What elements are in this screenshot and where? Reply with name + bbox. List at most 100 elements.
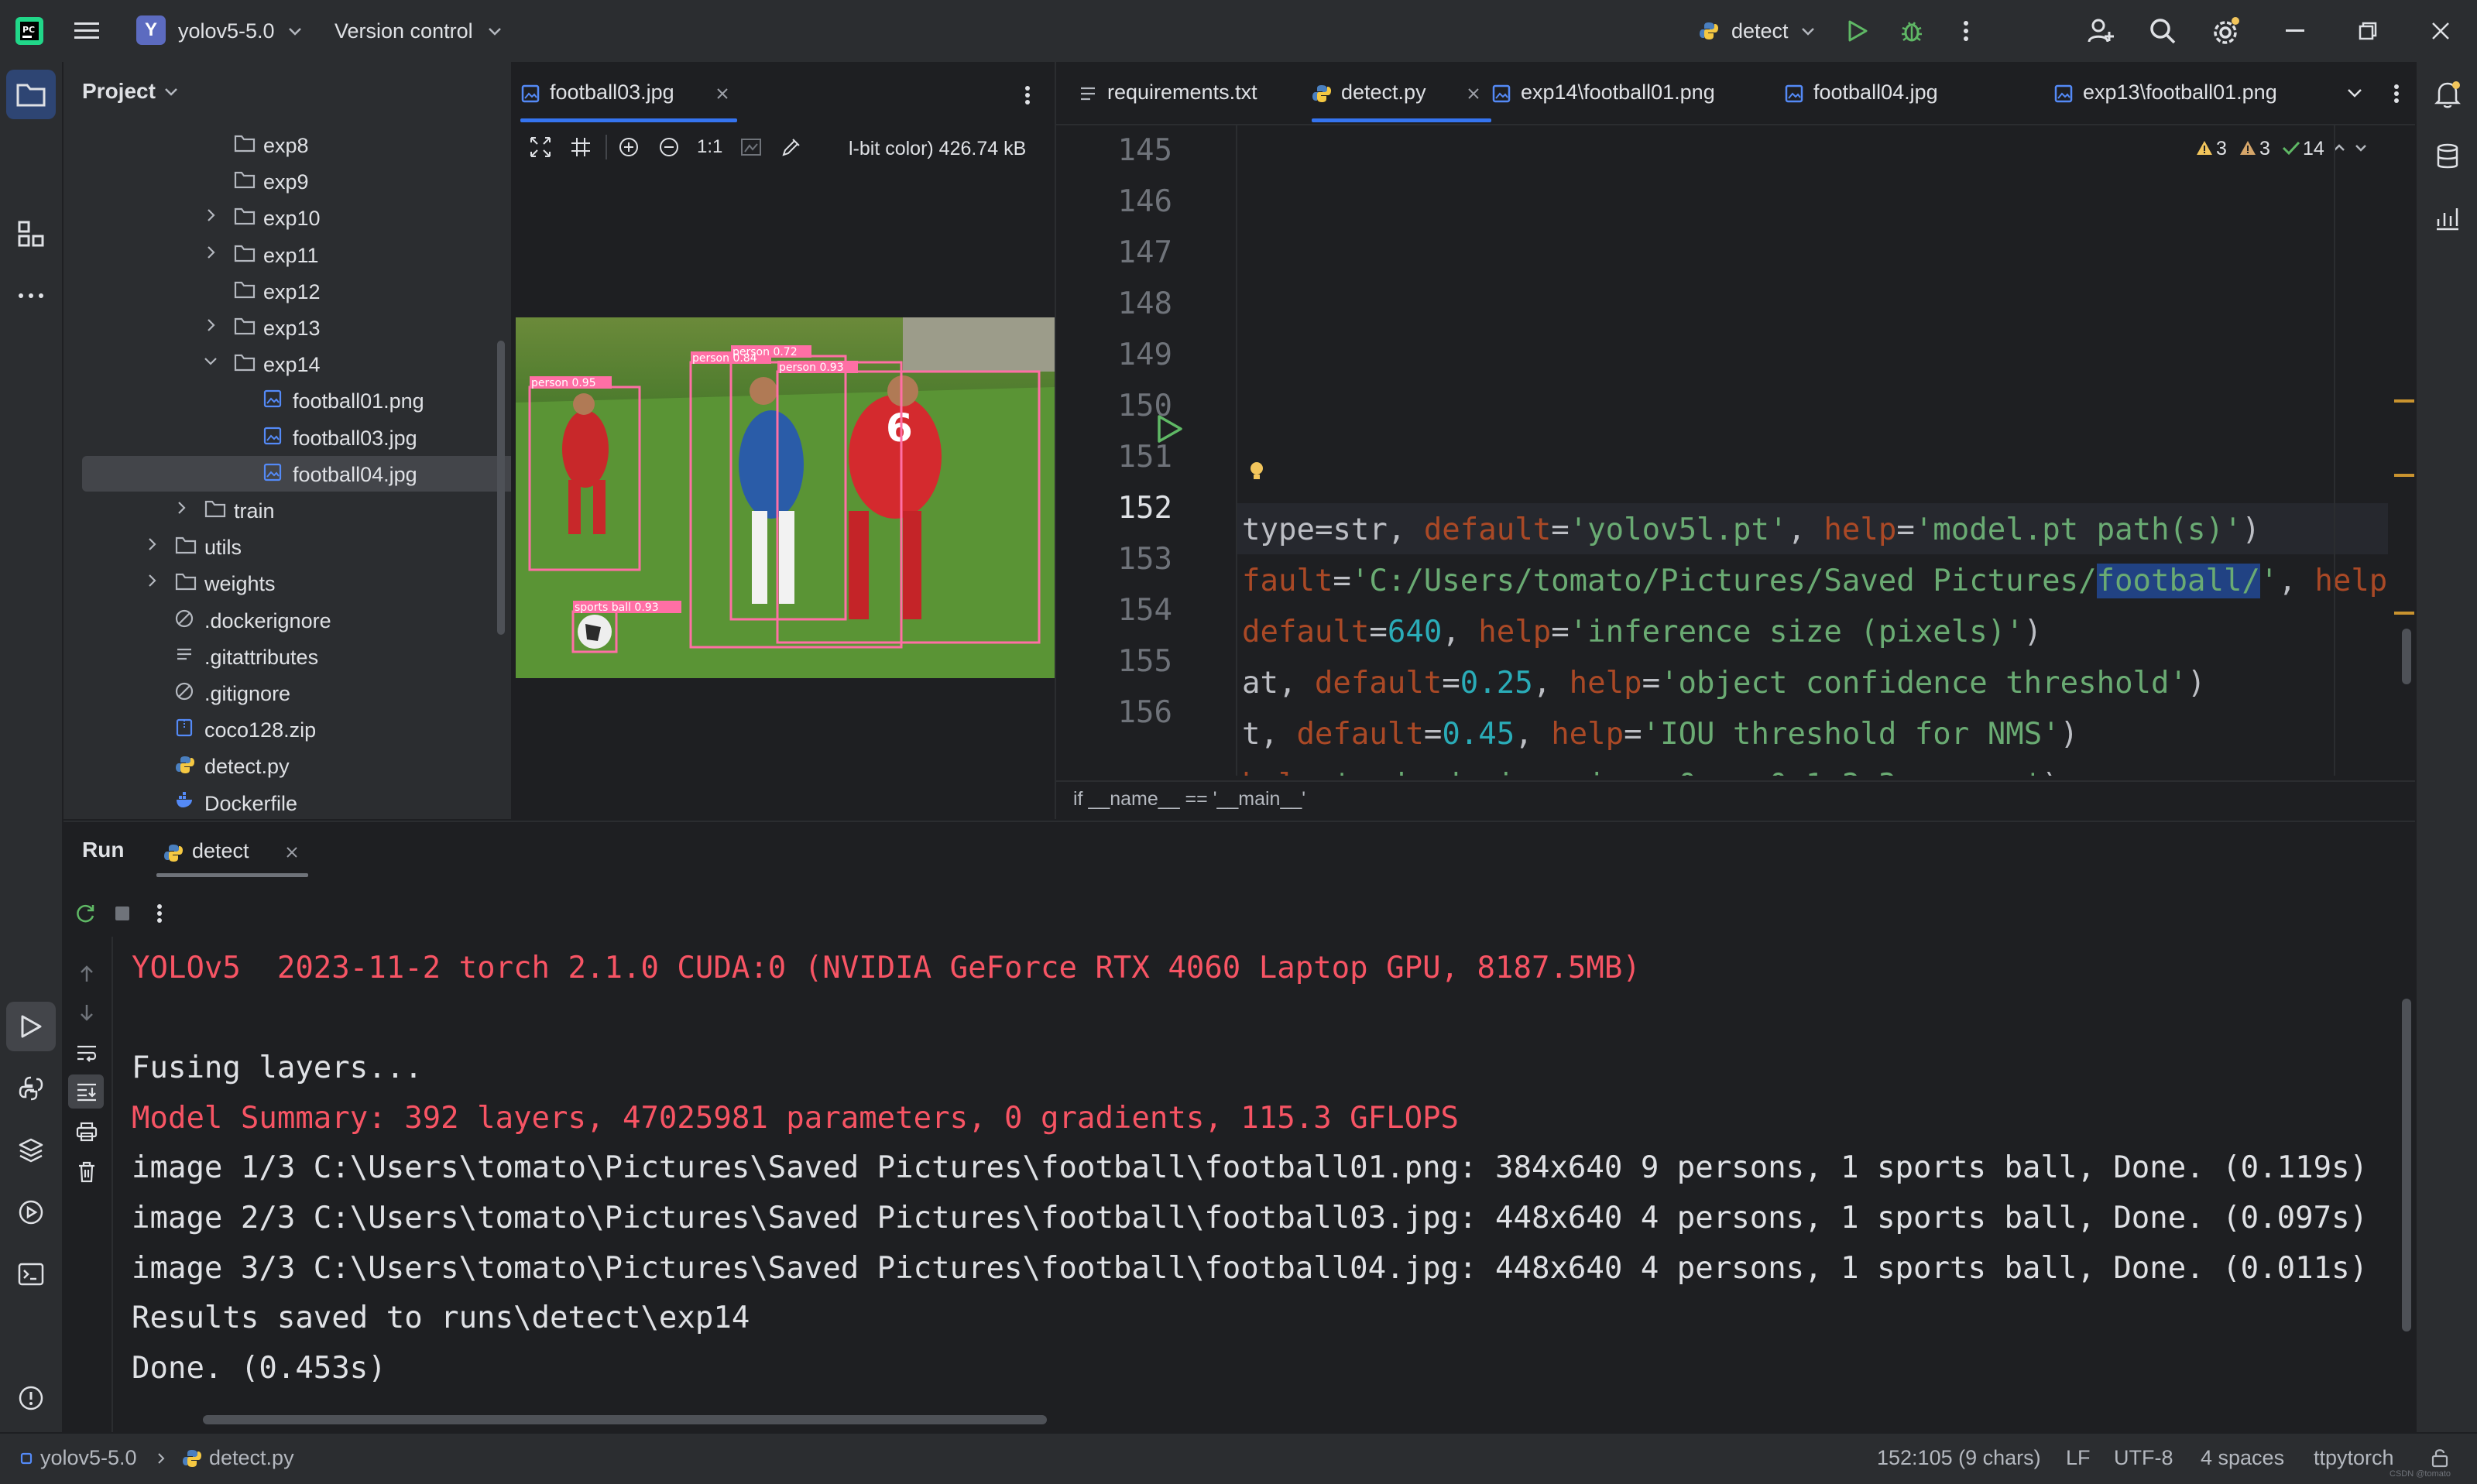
project-folder-icon[interactable]	[14, 77, 48, 111]
close-tab-icon[interactable]	[714, 85, 731, 102]
tree-item[interactable]: coco128.zip	[63, 711, 482, 747]
grid-icon[interactable]	[568, 135, 593, 159]
debug-icon[interactable]	[1898, 17, 1926, 45]
more-options-icon[interactable]	[1016, 84, 1039, 107]
tree-item[interactable]: .gitignore	[63, 675, 482, 711]
services-icon[interactable]	[14, 1195, 48, 1229]
status-encoding[interactable]: UTF-8	[2114, 1446, 2173, 1470]
editor-scrollbar[interactable]	[2402, 629, 2411, 684]
tree-item[interactable]: exp12	[63, 273, 482, 309]
chevron-down-icon[interactable]	[163, 84, 180, 101]
editor-tab[interactable]: requirements.txt	[1078, 62, 1310, 122]
run-icon[interactable]	[1844, 17, 1871, 45]
status-project[interactable]: yolov5-5.0	[40, 1446, 137, 1470]
error-stripe-mark[interactable]	[2394, 612, 2414, 615]
python-packages-icon[interactable]	[14, 1133, 48, 1167]
lock-icon[interactable]	[2428, 1446, 2451, 1469]
background-toggle-icon[interactable]	[739, 135, 763, 159]
add-user-icon[interactable]	[2085, 15, 2116, 46]
restore-icon[interactable]	[2354, 17, 2382, 45]
trash-icon[interactable]	[73, 1158, 101, 1186]
tree-item[interactable]: exp8	[63, 127, 482, 163]
actual-size-button[interactable]: 1:1	[697, 136, 722, 158]
notifications-icon[interactable]	[2431, 77, 2465, 111]
status-line-separator[interactable]: LF	[2066, 1446, 2091, 1470]
chevron-down-icon[interactable]	[2352, 139, 2369, 156]
project-scrollbar[interactable]	[497, 341, 505, 635]
minimize-icon[interactable]	[2281, 17, 2309, 45]
tree-item[interactable]: exp11	[63, 237, 482, 272]
arrow-up-icon[interactable]	[73, 960, 101, 988]
tree-item[interactable]: .dockerignore	[63, 602, 482, 638]
tree-item[interactable]: football04.jpg	[82, 455, 511, 492]
lightbulb-icon[interactable]	[1245, 460, 1268, 483]
arrow-down-icon[interactable]	[73, 999, 101, 1026]
error-stripe-mark[interactable]	[2394, 474, 2414, 477]
tree-item[interactable]: weights	[63, 565, 482, 601]
fit-zoom-icon[interactable]	[528, 135, 553, 159]
print-icon[interactable]	[73, 1118, 101, 1146]
tree-item[interactable]: football01.png	[63, 382, 482, 418]
chevron-right-icon[interactable]	[173, 500, 192, 519]
more-options-icon[interactable]	[2385, 82, 2408, 105]
search-icon[interactable]	[2147, 15, 2178, 46]
more-actions-icon[interactable]	[1952, 17, 1980, 45]
close-tab-icon[interactable]	[283, 844, 300, 861]
tree-item[interactable]: Dockerfile	[63, 785, 482, 816]
close-window-icon[interactable]	[2427, 17, 2455, 45]
tree-item[interactable]: utils	[63, 529, 482, 564]
tree-item[interactable]: football03.jpg	[63, 420, 482, 455]
tree-item[interactable]: train	[63, 492, 482, 528]
problems-icon[interactable]	[14, 1381, 48, 1415]
settings-icon[interactable]	[2208, 14, 2242, 48]
database-icon[interactable]	[2431, 139, 2465, 173]
rerun-icon[interactable]	[70, 898, 101, 929]
run-console-output[interactable]: YOLOv5 2023-11-2 torch 2.1.0 CUDA:0 (NVI…	[111, 937, 2403, 1417]
chevron-right-icon[interactable]	[203, 207, 221, 226]
chevron-right-icon[interactable]	[203, 317, 221, 336]
editor-tab[interactable]: exp13\football01.png	[2053, 62, 2332, 122]
stop-icon[interactable]	[107, 898, 138, 929]
tree-item[interactable]: exp13	[63, 310, 482, 345]
tree-item[interactable]: exp10	[63, 200, 482, 235]
zoom-out-icon[interactable]	[657, 135, 681, 159]
more-tools-icon[interactable]	[14, 279, 48, 313]
status-file[interactable]: detect.py	[209, 1446, 294, 1470]
vcs-widget[interactable]: Version control	[325, 12, 527, 50]
status-indent[interactable]: 4 spaces	[2201, 1446, 2284, 1470]
main-menu-icon[interactable]	[73, 17, 101, 45]
run-tool-icon[interactable]	[14, 1009, 48, 1044]
status-interpreter[interactable]: ttpytorch	[2314, 1446, 2394, 1470]
run-tab-detect[interactable]: detect	[156, 828, 308, 878]
terminal-icon[interactable]	[14, 1257, 48, 1291]
close-tab-icon[interactable]	[1465, 85, 1482, 102]
console-v-scrollbar[interactable]	[2402, 999, 2411, 1331]
scientific-mode-icon[interactable]	[2431, 201, 2465, 235]
tree-item[interactable]: exp14	[63, 346, 482, 382]
scroll-to-end-icon[interactable]	[73, 1078, 101, 1105]
console-h-scrollbar[interactable]	[203, 1415, 1047, 1424]
editor-tab[interactable]: football04.jpg	[1784, 62, 2053, 122]
editor-tab[interactable]: exp14\football01.png	[1491, 62, 1784, 122]
color-picker-icon[interactable]	[779, 135, 804, 159]
status-position[interactable]: 152:105 (9 chars)	[1877, 1446, 2041, 1470]
more-options-icon[interactable]	[144, 898, 175, 929]
chevron-right-icon[interactable]	[203, 245, 221, 263]
run-config-selector[interactable]: detect	[1693, 12, 1824, 50]
breadcrumb[interactable]: if __name__ == '__main__'	[1073, 788, 1305, 811]
chevron-right-icon[interactable]	[144, 573, 163, 591]
inspections-widget[interactable]: 3 3 14	[2194, 135, 2372, 163]
chevron-right-icon[interactable]	[144, 536, 163, 555]
tree-item[interactable]: exp9	[63, 163, 482, 199]
code-area[interactable]: type=str, default='yolov5l.pt', help='mo…	[1056, 125, 2415, 776]
zoom-in-icon[interactable]	[616, 135, 641, 159]
structure-icon[interactable]	[14, 217, 48, 251]
tab-football03[interactable]: football03.jpg	[520, 62, 737, 122]
editor-tab[interactable]: detect.py	[1312, 62, 1491, 122]
tree-item[interactable]: detect.py	[63, 748, 482, 783]
chevron-down-icon[interactable]	[203, 354, 221, 372]
error-stripe-mark[interactable]	[2394, 399, 2414, 403]
chevron-down-icon[interactable]	[2343, 82, 2366, 105]
python-console-icon[interactable]	[14, 1071, 48, 1105]
tree-item[interactable]: .gitattributes	[63, 639, 482, 674]
